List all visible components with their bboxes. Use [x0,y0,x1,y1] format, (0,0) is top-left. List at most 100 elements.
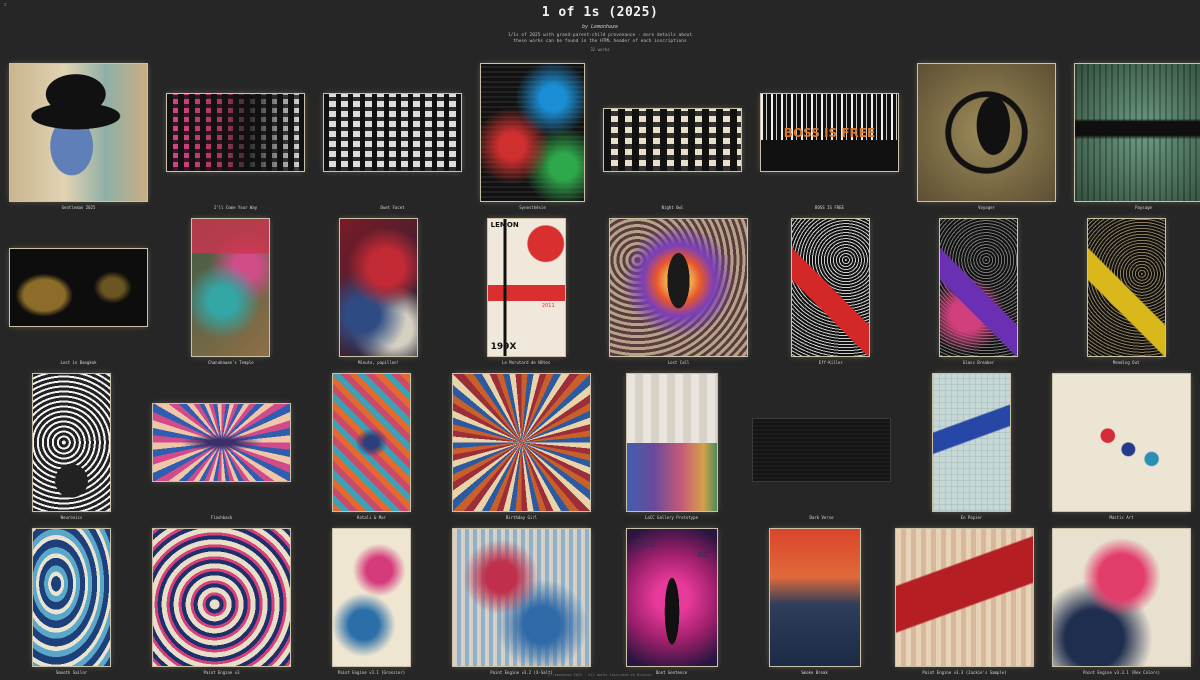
artwork-image[interactable] [918,64,1055,201]
works-count: 32 works [590,47,610,52]
artwork-image[interactable] [333,374,410,511]
artwork-card[interactable]: Paint Engine v3.2 (X-Salt) [443,522,600,677]
gallery-description: 1/1s of 2025 with grand-parent-child pro… [507,33,693,44]
artwork-title: En Papier [960,515,983,520]
art-text: 283 [634,537,656,550]
artwork-image[interactable] [333,529,410,666]
artwork-card[interactable]: Kotali & Mar [300,367,443,522]
art-panel-top [626,374,717,443]
gallery-header: 1 of 1s (2025) by Lemonhaze 1/1s of 2025… [0,0,1200,52]
artwork-card[interactable]: LaCC Gallery Prototype [600,367,743,522]
artwork-title: Voyager [978,205,995,210]
artwork-card[interactable]: Glass Breaker [905,212,1053,367]
artwork-card[interactable]: Neuronics [0,367,143,522]
art-text: LEMON [490,221,519,229]
art-text: 199X [490,342,517,352]
artwork-card[interactable]: Paint Engine v3.3 (Jackie's Sample) [886,522,1043,677]
artwork-image[interactable] [1053,374,1190,511]
artwork-card[interactable]: Paint Engine v3 [143,522,300,677]
artwork-card[interactable]: BOSS IS FREE BOSS IS FREE [751,57,908,212]
artwork-title: Kotali & Mar [357,515,386,520]
artwork-title: I'll Come Your Way [213,205,258,210]
artwork-image[interactable] [604,109,741,171]
artwork-image[interactable] [33,529,110,666]
artwork-image[interactable] [10,64,147,201]
artwork-card[interactable]: Chanuhawan's Temple [157,212,305,367]
artwork-image[interactable] [33,374,110,511]
artwork-title: Neuronics [60,515,83,520]
artwork-card[interactable]: Smooth Sailor [0,522,143,677]
artwork-title: Dark Verse [809,515,834,520]
artwork-title: Glass Breaker [962,360,995,365]
artwork-title: Mending Out [1112,360,1140,365]
artwork-title: Flashback [210,515,233,520]
artwork-image[interactable] [1075,64,1200,201]
artwork-card[interactable]: Flashback [143,367,300,522]
artwork-card[interactable]: Lost Call [600,212,757,367]
artwork-card[interactable]: Paint Engine v3.3.1 (Rex Colors) [1043,522,1200,677]
artwork-image[interactable] [481,64,584,201]
artwork-title: Night Owl [661,205,684,210]
artwork-image[interactable]: 283 SIZ [626,529,717,666]
artwork-card[interactable]: Paint Engine v3.1 (Grossier) [300,522,443,677]
artwork-image[interactable] [153,529,290,666]
artwork-title: Le Morutard de Nôtes [502,360,551,365]
art-text: SIZ [697,551,709,559]
artwork-title: BOSS IS FREE [815,205,844,210]
artwork-image[interactable] [453,529,590,666]
artwork-title: Paysage [1135,205,1152,210]
artwork-card[interactable]: Birthday Girl [443,367,600,522]
artwork-card[interactable]: I'll Come Your Way [157,57,314,212]
art-panel-bottom [626,442,717,511]
artwork-image[interactable] [1053,529,1190,666]
artwork-card[interactable]: Paysage [1065,57,1200,212]
artwork-image[interactable]: LEMON 2011 199X [487,219,565,356]
artwork-image[interactable] [610,219,747,356]
artwork-image[interactable] [753,419,890,481]
corner-mark: c [4,2,8,8]
artwork-image[interactable] [1087,219,1165,356]
artwork-image[interactable] [626,374,717,511]
artwork-card[interactable]: Mastic Art [1043,367,1200,522]
artwork-card[interactable]: Minute, papillon! [305,212,453,367]
artwork-title: Eff-Killer [818,360,843,365]
artwork-title: LaCC Gallery Prototype [645,515,698,520]
artwork-card[interactable]: LEMON 2011 199X Le Morutard de Nôtes [452,212,600,367]
artwork-image[interactable] [167,94,304,171]
artwork-card[interactable]: Eff-Killer [757,212,905,367]
artwork-title: Chanuhawan's Temple [207,360,254,365]
grid-row: Lost in Bangkok Chanuhawan's Temple Minu… [0,212,1200,367]
artwork-image[interactable] [153,404,290,481]
artist-byline[interactable]: by Lemonhaze [0,24,1200,30]
art-text: 2011 [541,303,555,309]
artwork-image[interactable] [324,94,461,171]
grid-row: Neuronics Flashback Kotali & Mar Birthda… [0,367,1200,522]
artwork-title: Synesthésie [519,205,546,210]
artwork-card[interactable]: Duet Facet [314,57,471,212]
artwork-card[interactable]: Gentleman 2025 [0,57,157,212]
artwork-image[interactable] [769,529,860,666]
artwork-image[interactable] [896,529,1033,666]
artwork-card[interactable]: Smoke Break [743,522,886,677]
artwork-card[interactable]: Lost in Bangkok [0,212,157,367]
artwork-image[interactable] [10,249,147,326]
artwork-image[interactable] [453,374,590,511]
artwork-image[interactable] [939,219,1017,356]
artwork-card[interactable]: Dark Verse [743,367,900,522]
artwork-image[interactable] [933,374,1010,511]
artwork-image[interactable] [339,219,417,356]
artwork-image[interactable]: BOSS IS FREE [761,94,898,171]
artwork-title: Lost in Bangkok [60,360,97,365]
artwork-title: Gentleman 2025 [61,205,96,210]
artwork-image[interactable] [192,219,270,356]
artwork-image[interactable] [792,219,870,356]
artwork-title: Minute, papillon! [358,360,399,365]
artwork-card[interactable]: 283 SIZ Dont Gentence [600,522,743,677]
artwork-card[interactable]: Voyager [908,57,1065,212]
artwork-card[interactable]: Night Owl [594,57,751,212]
art-text: BOSS IS FREE [783,125,876,140]
artwork-card[interactable]: Synesthésie [471,57,594,212]
artwork-title: Duet Facet [380,205,405,210]
artwork-card[interactable]: Mending Out [1052,212,1200,367]
artwork-card[interactable]: En Papier [900,367,1043,522]
